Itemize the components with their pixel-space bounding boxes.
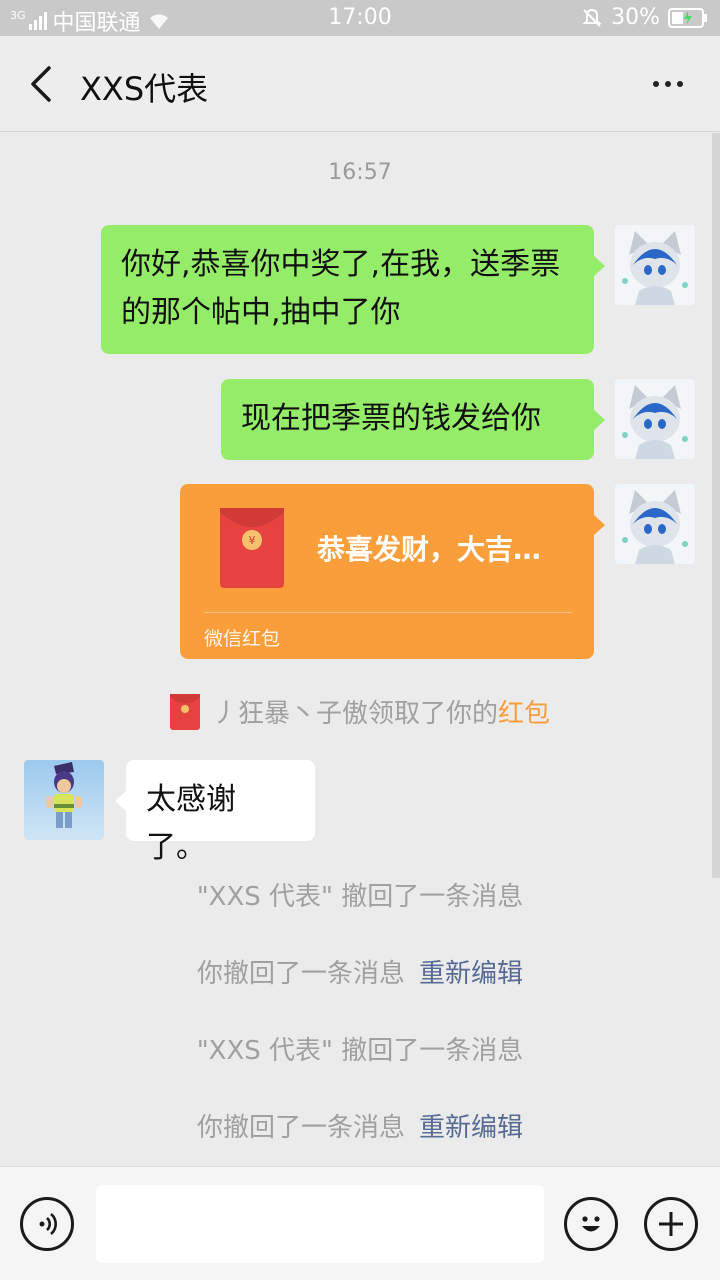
- battery-percent: 30%: [611, 5, 660, 30]
- plus-button[interactable]: [644, 1197, 698, 1251]
- red-packet-link[interactable]: 红包: [498, 699, 550, 729]
- voice-icon: [39, 1213, 57, 1235]
- anime-avatar-image: [615, 484, 695, 564]
- recall-notice: 你撤回了一条消息 重新编辑: [0, 1107, 720, 1144]
- red-envelope-icon: ¥: [220, 508, 284, 588]
- back-button[interactable]: [14, 56, 70, 112]
- sent-message-bubble[interactable]: 你好,恭喜你中奖了,在我，送季票的那个帖中,抽中了你: [101, 225, 605, 354]
- re-edit-link[interactable]: 重新编辑: [419, 959, 523, 989]
- message-input[interactable]: [96, 1185, 544, 1263]
- chat-header: XXS代表: [0, 36, 720, 132]
- recall-text: 你撤回了一条消息: [196, 959, 405, 989]
- status-bar: 3G 中国联通 17:00 30%: [0, 0, 720, 36]
- red-envelope-icon: [169, 694, 200, 730]
- own-avatar[interactable]: [615, 225, 695, 305]
- bubble-tail: [115, 790, 127, 812]
- emoji-button[interactable]: [564, 1197, 618, 1251]
- red-packet-label: 微信红包: [204, 628, 281, 650]
- input-bar: [0, 1166, 720, 1280]
- scrollbar[interactable]: [712, 133, 720, 878]
- status-right: 30%: [581, 5, 708, 30]
- mute-bell-icon: [582, 8, 602, 27]
- chat-title: XXS代表: [80, 70, 209, 108]
- anime-avatar-image: [615, 379, 695, 459]
- own-avatar[interactable]: [615, 484, 695, 564]
- message-timestamp: 16:57: [328, 160, 392, 185]
- bubble-tail: [593, 514, 605, 536]
- recall-notice: "XXS 代表" 撤回了一条消息: [0, 1030, 720, 1067]
- more-dot: [665, 81, 671, 87]
- recall-text: "XXS 代表" 撤回了一条消息: [196, 1036, 524, 1066]
- anime-avatar-image: [615, 225, 695, 305]
- battery-icon: [668, 7, 707, 28]
- svg-text:¥: ¥: [249, 534, 256, 547]
- bubble-tail: [593, 409, 605, 431]
- voice-button[interactable]: [20, 1197, 74, 1251]
- chevron-left-icon: [31, 66, 51, 102]
- sent-message-bubble[interactable]: 现在把季票的钱发给你: [221, 379, 605, 460]
- re-edit-link[interactable]: 重新编辑: [419, 1113, 523, 1143]
- received-message-bubble[interactable]: 太感谢了。: [115, 760, 315, 865]
- recall-notice: "XXS 代表" 撤回了一条消息: [0, 876, 720, 913]
- recall-notice: 你撤回了一条消息 重新编辑: [0, 953, 720, 990]
- contact-avatar[interactable]: [24, 760, 104, 840]
- divider: [204, 612, 572, 613]
- red-packet-message[interactable]: ¥ 恭喜发财，大吉… 微信红包: [180, 484, 605, 659]
- bubble-tail: [593, 255, 605, 277]
- emoji-icon: [582, 1216, 600, 1232]
- claim-text: 丿狂暴丶子傲领取了你的: [211, 699, 498, 729]
- more-dots-icon: [653, 81, 659, 87]
- message-text: 你好,恭喜你中奖了,在我，送季票的那个帖中,抽中了你: [121, 247, 561, 330]
- message-text: 现在把季票的钱发给你: [241, 401, 541, 436]
- recall-text: "XXS 代表" 撤回了一条消息: [196, 882, 524, 912]
- plus-icon: [659, 1212, 683, 1236]
- more-dot: [677, 81, 683, 87]
- own-avatar[interactable]: [615, 379, 695, 459]
- recall-text: 你撤回了一条消息: [196, 1113, 405, 1143]
- red-packet-claim-notice: 丿狂暴丶子傲领取了你的红包: [0, 693, 720, 730]
- more-button[interactable]: [640, 64, 696, 104]
- game-character-avatar-image: [24, 760, 104, 840]
- red-packet-greeting: 恭喜发财，大吉…: [317, 533, 542, 566]
